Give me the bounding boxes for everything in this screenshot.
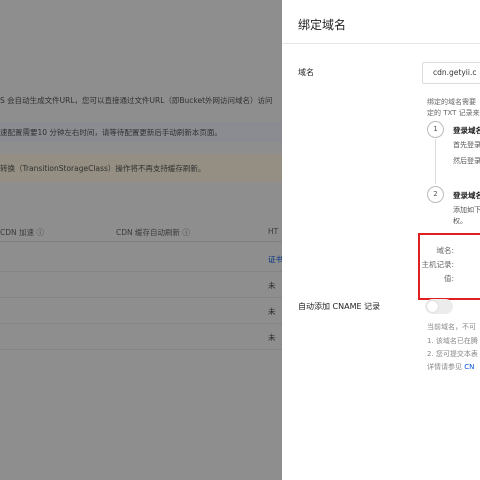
note-line-4-text: 详情请参见 bbox=[427, 363, 465, 371]
step-2-title: 登录域名 bbox=[453, 191, 480, 200]
note-line-4: 详情请参见 CN bbox=[427, 362, 474, 372]
step-1-title: 登录域名 bbox=[453, 126, 480, 135]
cname-doc-link[interactable]: CN bbox=[464, 363, 474, 371]
step-1-text-2: 然后登录 bbox=[453, 157, 480, 165]
domain-desc-line2: 定的 TXT 记录来 bbox=[427, 109, 480, 117]
step-connector bbox=[435, 139, 436, 184]
domain-label: 域名 bbox=[298, 68, 314, 77]
record-domain-label: 域名: bbox=[436, 246, 454, 255]
record-value-label: 值: bbox=[443, 274, 454, 283]
toggle-knob bbox=[427, 301, 438, 312]
drawer-title: 绑定域名 bbox=[298, 18, 347, 32]
note-line-3: 2. 您可提交本表 bbox=[427, 350, 478, 358]
step-2-badge: 2 bbox=[427, 186, 444, 203]
domain-input[interactable]: cdn.getyii.c bbox=[422, 62, 480, 84]
auto-cname-label: 自动添加 CNAME 记录 bbox=[298, 302, 381, 311]
record-host-label: 主机记录: bbox=[421, 260, 454, 269]
modal-overlay[interactable] bbox=[0, 0, 282, 480]
note-line-2: 1. 该域名已在腾 bbox=[427, 337, 478, 345]
step-2-text-1: 添加如下 bbox=[453, 206, 480, 214]
step-1-badge: 1 bbox=[427, 121, 444, 138]
auto-cname-toggle[interactable] bbox=[425, 299, 453, 314]
domain-input-value: cdn.getyii.c bbox=[433, 68, 477, 77]
divider bbox=[282, 43, 480, 44]
step-2-text-2: 权。 bbox=[453, 217, 467, 225]
step-1-text-1: 首先登录 bbox=[453, 141, 480, 149]
note-line-1: 当前域名，不可 bbox=[427, 323, 476, 331]
dns-record-highlight-box: 域名: 主机记录: 值: bbox=[418, 233, 480, 300]
domain-desc-line1: 绑定的域名需要 bbox=[427, 98, 476, 106]
bind-domain-drawer: 绑定域名 域名 cdn.getyii.c 绑定的域名需要 定的 TXT 记录来 … bbox=[282, 0, 480, 480]
